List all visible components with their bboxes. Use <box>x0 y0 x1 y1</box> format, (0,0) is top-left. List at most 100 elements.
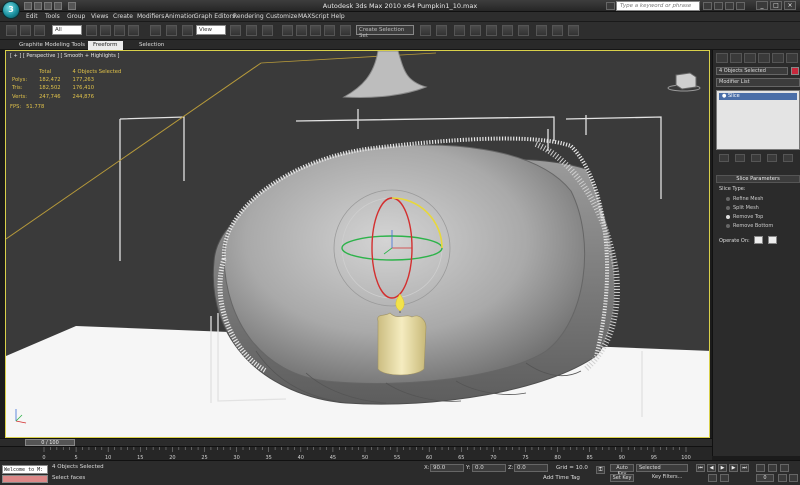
maximize-button[interactable]: □ <box>770 1 782 10</box>
keyboard-shortcut-icon[interactable] <box>262 25 273 36</box>
play-icon[interactable]: ▶ <box>718 464 727 472</box>
maxscript-listener[interactable]: Welcome to M: <box>2 465 48 474</box>
snap-toggle-icon[interactable] <box>282 25 293 36</box>
hierarchy-tab-icon[interactable] <box>744 53 756 63</box>
maxscript-output[interactable] <box>2 475 48 483</box>
pivot-center-icon[interactable] <box>230 25 241 36</box>
track-bar[interactable]: 0 5 10 15 20 25 30 35 40 45 50 55 60 65 70 75 80 85 90 95 10… <box>0 446 712 461</box>
radio-refine-mesh[interactable]: Refine Mesh <box>726 196 763 202</box>
modifier-list-dropdown[interactable]: Modifier List <box>716 78 800 87</box>
curve-editor-icon[interactable] <box>486 25 497 36</box>
edit-named-selection-icon[interactable] <box>340 25 351 36</box>
time-config-icon[interactable] <box>720 474 729 482</box>
y-coordinate-field[interactable]: 0.0 <box>472 464 506 472</box>
viewport-label-menu[interactable]: [ + ] [ Perspective ] [ Smooth + Highlig… <box>10 53 119 59</box>
search-binoculars-icon[interactable] <box>606 2 615 10</box>
link-icon[interactable] <box>34 25 45 36</box>
add-time-tag-button[interactable]: Add Time Tag <box>543 475 580 481</box>
scene-canvas[interactable] <box>6 51 710 438</box>
key-mode-dropdown[interactable]: Selected <box>636 464 688 472</box>
menu-create[interactable]: Create <box>113 13 133 20</box>
slice-parameters-rollout[interactable]: Slice Parameters <box>716 175 800 183</box>
tab-selection[interactable]: Selection <box>134 41 169 50</box>
layer-manager-icon[interactable] <box>454 25 465 36</box>
render-production-icon[interactable] <box>568 25 579 36</box>
key-icon[interactable]: ⚿ <box>596 466 605 474</box>
close-button[interactable]: × <box>784 1 796 10</box>
select-by-name-icon[interactable] <box>100 25 111 36</box>
configure-sets-icon[interactable] <box>783 154 793 162</box>
time-slider-thumb[interactable]: 0 / 100 <box>25 439 75 446</box>
help-icon[interactable] <box>736 2 745 10</box>
x-coordinate-field[interactable]: 90.0 <box>430 464 464 472</box>
stack-item-slice[interactable]: ● Slice <box>719 93 797 100</box>
perspective-viewport[interactable]: [ + ] [ Perspective ] [ Smooth + Highlig… <box>5 50 710 438</box>
menu-maxscript[interactable]: MAXScript <box>298 13 329 20</box>
subscription-icon[interactable] <box>714 2 723 10</box>
radio-remove-bottom[interactable]: Remove Bottom <box>726 223 773 229</box>
align-icon[interactable] <box>436 25 447 36</box>
named-selection-sets-dropdown[interactable]: Create Selection Set <box>356 25 414 39</box>
zoom-all-icon[interactable] <box>768 464 777 472</box>
minimize-button[interactable]: _ <box>756 1 768 10</box>
rect-selection-icon[interactable] <box>114 25 125 36</box>
key-mode-toggle-icon[interactable] <box>708 474 717 482</box>
z-coordinate-field[interactable]: 0.0 <box>514 464 548 472</box>
select-manipulate-icon[interactable] <box>246 25 257 36</box>
previous-frame-icon[interactable]: ◀ <box>707 464 716 472</box>
zoom-icon[interactable] <box>756 464 765 472</box>
operate-on-face-button[interactable] <box>754 236 763 244</box>
menu-animation[interactable]: Animation <box>165 13 196 20</box>
menu-customize[interactable]: Customize <box>266 13 298 20</box>
object-color-swatch[interactable] <box>791 67 799 75</box>
display-tab-icon[interactable] <box>772 53 784 63</box>
create-tab-icon[interactable] <box>716 53 728 63</box>
mirror-icon[interactable] <box>420 25 431 36</box>
key-filters-button[interactable]: Key Filters... <box>652 474 682 480</box>
render-setup-icon[interactable] <box>536 25 547 36</box>
radio-remove-top[interactable]: Remove Top <box>726 214 763 220</box>
pan-icon[interactable] <box>778 474 787 482</box>
radio-split-mesh[interactable]: Split Mesh <box>726 205 759 211</box>
window-crossing-icon[interactable] <box>128 25 139 36</box>
selection-filter-dropdown[interactable]: All <box>52 25 82 35</box>
communication-icon[interactable] <box>725 2 734 10</box>
remove-modifier-icon[interactable] <box>767 154 777 162</box>
set-key-button[interactable]: Set Key <box>610 474 634 482</box>
menu-group[interactable]: Group <box>67 13 85 20</box>
menu-edit[interactable]: Edit <box>26 13 38 20</box>
next-frame-icon[interactable]: ▶ <box>729 464 738 472</box>
material-editor-icon[interactable] <box>518 25 529 36</box>
spinner-snap-icon[interactable] <box>324 25 335 36</box>
time-slider[interactable]: 0 / 100 <box>0 438 712 446</box>
search-icon[interactable] <box>703 2 712 10</box>
object-name-field[interactable]: 4 Objects Selected <box>716 67 788 75</box>
operate-on-poly-button[interactable] <box>768 236 777 244</box>
menu-rendering[interactable]: Rendering <box>233 13 264 20</box>
tab-freeform[interactable]: Freeform <box>88 41 123 50</box>
rendered-frame-icon[interactable] <box>552 25 563 36</box>
zoom-extents-icon[interactable] <box>780 464 789 472</box>
help-search-input[interactable]: Type a keyword or phrase <box>616 1 700 11</box>
go-to-end-icon[interactable]: ⏭ <box>740 464 749 472</box>
graphite-toggle-icon[interactable] <box>470 25 481 36</box>
make-unique-icon[interactable] <box>751 154 761 162</box>
pin-stack-icon[interactable] <box>719 154 729 162</box>
utilities-tab-icon[interactable] <box>786 53 798 63</box>
motion-tab-icon[interactable] <box>758 53 770 63</box>
scale-icon[interactable] <box>182 25 193 36</box>
tab-graphite-modeling-tools[interactable]: Graphite Modeling Tools <box>14 41 90 50</box>
rotate-icon[interactable] <box>166 25 177 36</box>
app-logo-button[interactable]: 3 <box>2 1 20 19</box>
undo-tool-icon[interactable] <box>6 25 17 36</box>
move-icon[interactable] <box>150 25 161 36</box>
modifier-stack[interactable]: ● Slice <box>716 90 800 150</box>
angle-snap-icon[interactable] <box>296 25 307 36</box>
menu-graph-editors[interactable]: Graph Editors <box>194 13 235 20</box>
modify-tab-icon[interactable] <box>730 53 742 63</box>
redo-tool-icon[interactable] <box>20 25 31 36</box>
current-frame-field[interactable]: 0 <box>756 474 774 482</box>
menu-tools[interactable]: Tools <box>45 13 60 20</box>
reference-coordinate-dropdown[interactable]: View <box>196 25 226 35</box>
percent-snap-icon[interactable] <box>310 25 321 36</box>
